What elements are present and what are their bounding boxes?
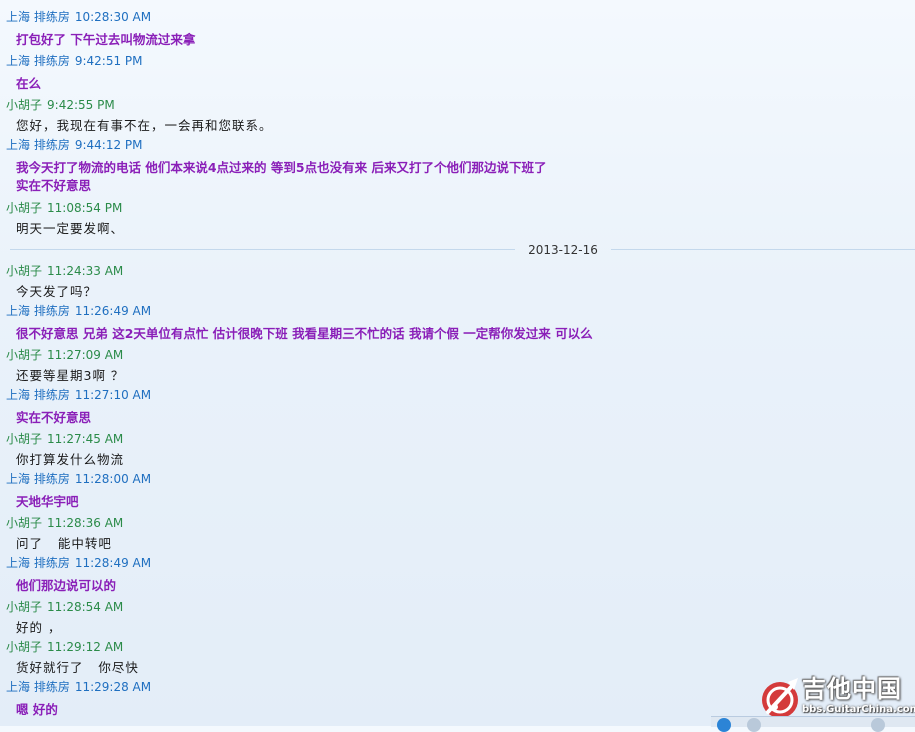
message-time: 11:26:49 AM bbox=[74, 304, 152, 318]
message-time: 11:28:00 AM bbox=[74, 472, 152, 486]
sender-name: 小胡子 bbox=[6, 432, 43, 446]
message-time: 9:44:12 PM bbox=[74, 138, 143, 152]
message-time: 11:27:10 AM bbox=[74, 388, 152, 402]
message-text: 今天发了吗？ bbox=[16, 284, 98, 299]
chat-history-panel[interactable]: 上海 排练房 10:28:30 AM 打包好了 下午过去叫物流过来拿 上海 排练房… bbox=[0, 0, 915, 726]
message-time: 11:27:45 AM bbox=[47, 432, 124, 446]
toolbar-icon[interactable] bbox=[747, 718, 761, 732]
message-header: 上海 排练房 11:27:10 AM bbox=[6, 386, 151, 404]
divider-line bbox=[10, 249, 515, 250]
date-label: 2013-12-16 bbox=[528, 243, 598, 257]
message-text: 很不好意思 兄弟 这2天单位有点忙 估计很晚下班 我看星期三不忙的话 我请个假 … bbox=[16, 326, 593, 341]
message-time: 11:27:09 AM bbox=[47, 348, 124, 362]
message-time: 11:28:49 AM bbox=[74, 556, 152, 570]
message-text: 您好，我现在有事不在，一会再和您联系。 bbox=[16, 118, 273, 133]
sender-name: 上海 排练房 bbox=[6, 138, 70, 152]
sender-name: 小胡子 bbox=[6, 98, 43, 112]
sender-name: 上海 排练房 bbox=[6, 54, 70, 68]
message-time: 9:42:51 PM bbox=[74, 54, 143, 68]
message-time: 11:28:36 AM bbox=[47, 516, 124, 530]
message-text-line-2: 实在不好意思 bbox=[16, 178, 92, 193]
sender-name: 上海 排练房 bbox=[6, 472, 70, 486]
message-header: 小胡子 11:08:54 PM bbox=[6, 199, 122, 217]
message-time: 10:28:30 AM bbox=[74, 10, 152, 24]
sender-name: 上海 排练房 bbox=[6, 680, 70, 694]
message-text: 我今天打了物流的电话 他们本来说4点过来的 等到5点也没有来 后来又打了个他们那… bbox=[16, 160, 547, 175]
message-time: 11:29:12 AM bbox=[47, 640, 124, 654]
sender-name: 小胡子 bbox=[6, 600, 43, 614]
watermark-title: 吉他中国 bbox=[802, 675, 902, 703]
message-header: 小胡子 11:27:09 AM bbox=[6, 346, 123, 364]
message-text: 问了 能中转吧 bbox=[16, 536, 112, 551]
message-header: 小胡子 11:27:45 AM bbox=[6, 430, 123, 448]
message-text: 明天一定要发啊、 bbox=[16, 221, 125, 236]
sender-name: 小胡子 bbox=[6, 201, 43, 215]
sender-name: 上海 排练房 bbox=[6, 388, 70, 402]
message-text: 你打算发什么物流 bbox=[16, 452, 125, 467]
sender-name: 小胡子 bbox=[6, 264, 43, 278]
date-divider: 2013-12-16 bbox=[0, 241, 915, 259]
message-header: 小胡子 9:42:55 PM bbox=[6, 96, 115, 114]
message-header: 上海 排练房 11:28:49 AM bbox=[6, 554, 151, 572]
message-header: 小胡子 11:28:54 AM bbox=[6, 598, 123, 616]
sender-name: 小胡子 bbox=[6, 348, 43, 362]
message-header: 上海 排练房 10:28:30 AM bbox=[6, 8, 151, 26]
sender-name: 上海 排练房 bbox=[6, 10, 70, 24]
message-text: 他们那边说可以的 bbox=[16, 578, 117, 593]
sender-name: 小胡子 bbox=[6, 516, 43, 530]
message-time: 9:42:55 PM bbox=[47, 98, 115, 112]
message-text: 在么 bbox=[16, 76, 42, 91]
qq-logo-icon[interactable] bbox=[717, 718, 731, 732]
message-header: 上海 排练房 11:29:28 AM bbox=[6, 678, 151, 696]
message-text: 还要等星期3啊 ？ bbox=[16, 368, 125, 383]
message-header: 上海 排练房 9:44:12 PM bbox=[6, 136, 143, 154]
message-header: 上海 排练房 9:42:51 PM bbox=[6, 52, 143, 70]
message-text: 嗯 好的 bbox=[16, 702, 58, 717]
sender-name: 上海 排练房 bbox=[6, 304, 70, 318]
message-time: 11:28:54 AM bbox=[47, 600, 124, 614]
message-header: 小胡子 11:29:12 AM bbox=[6, 638, 123, 656]
message-text: 打包好了 下午过去叫物流过来拿 bbox=[16, 32, 196, 47]
message-text: 天地华宇吧 bbox=[16, 494, 79, 509]
sender-name: 小胡子 bbox=[6, 640, 43, 654]
sender-name: 上海 排练房 bbox=[6, 556, 70, 570]
watermark-url: bbs.GuitarChina.com bbox=[802, 704, 915, 715]
message-header: 上海 排练房 11:26:49 AM bbox=[6, 302, 151, 320]
message-header: 小胡子 11:28:36 AM bbox=[6, 514, 123, 532]
message-header: 小胡子 11:24:33 AM bbox=[6, 262, 123, 280]
message-time: 11:29:28 AM bbox=[74, 680, 152, 694]
divider-line bbox=[611, 249, 915, 250]
message-time: 11:08:54 PM bbox=[47, 201, 123, 215]
toolbar-icon[interactable] bbox=[871, 718, 885, 732]
message-text: 好的 ， bbox=[16, 620, 62, 635]
message-text: 货好就行了 你尽快 bbox=[16, 660, 139, 675]
message-header: 上海 排练房 11:28:00 AM bbox=[6, 470, 151, 488]
message-time: 11:24:33 AM bbox=[47, 264, 124, 278]
message-text: 实在不好意思 bbox=[16, 410, 92, 425]
bottom-toolbar bbox=[711, 716, 915, 732]
